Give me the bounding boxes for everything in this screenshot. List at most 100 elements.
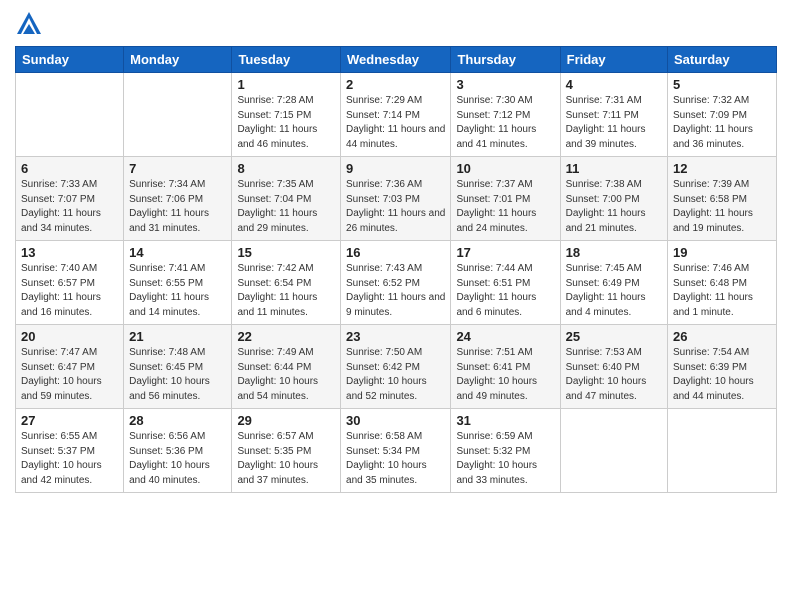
day-info: Sunrise: 6:58 AM Sunset: 5:34 PM Dayligh… [346,430,445,488]
day-number: 29 [237,413,335,428]
day-info: Sunrise: 7:51 AM Sunset: 6:41 PM Dayligh… [456,346,554,404]
calendar-cell: 25 Sunrise: 7:53 AM Sunset: 6:40 PM Dayli… [560,325,667,409]
day-info: Sunrise: 7:47 AM Sunset: 6:47 PM Dayligh… [21,346,118,404]
day-info: Sunrise: 7:38 AM Sunset: 7:00 PM Dayligh… [566,178,662,236]
calendar-cell: 28Sunrise: 6:56 AM Sunset: 5:36 PM Dayli… [124,409,232,493]
day-info: Sunrise: 7:45 AM Sunset: 6:49 PM Dayligh… [566,262,662,320]
calendar-cell: 12 Sunrise: 7:39 AM Sunset: 6:58 PM Dayli… [668,157,777,241]
day-number: 13 [21,245,118,260]
day-info: Sunrise: 7:29 AM Sunset: 7:14 PM Dayligh… [346,94,445,152]
day-info: Sunrise: 7:28 AM Sunset: 7:15 PM Dayligh… [237,94,335,152]
day-number: 31 [456,413,554,428]
day-number: 4 [566,77,662,92]
day-info: Sunrise: 6:57 AM Sunset: 5:35 PM Dayligh… [237,430,335,488]
calendar-cell: 18 Sunrise: 7:45 AM Sunset: 6:49 PM Dayli… [560,241,667,325]
calendar-cell: 11 Sunrise: 7:38 AM Sunset: 7:00 PM Dayli… [560,157,667,241]
calendar-cell: 23Sunrise: 7:50 AM Sunset: 6:42 PM Dayli… [341,325,451,409]
header-sunday: Sunday [16,47,124,73]
calendar-week-row: 20 Sunrise: 7:47 AM Sunset: 6:47 PM Dayli… [16,325,777,409]
calendar-week-row: 6 Sunrise: 7:33 AM Sunset: 7:07 PM Daylig… [16,157,777,241]
day-info: Sunrise: 7:39 AM Sunset: 6:58 PM Dayligh… [673,178,771,236]
header-monday: Monday [124,47,232,73]
calendar-cell: 7 Sunrise: 7:34 AM Sunset: 7:06 PM Daylig… [124,157,232,241]
day-info: Sunrise: 7:46 AM Sunset: 6:48 PM Dayligh… [673,262,771,320]
calendar-cell: 1 Sunrise: 7:28 AM Sunset: 7:15 PM Daylig… [232,73,341,157]
calendar-cell [124,73,232,157]
calendar-cell: 31 Sunrise: 6:59 AM Sunset: 5:32 PM Dayli… [451,409,560,493]
day-info: Sunrise: 7:37 AM Sunset: 7:01 PM Dayligh… [456,178,554,236]
day-number: 15 [237,245,335,260]
day-info: Sunrise: 7:31 AM Sunset: 7:11 PM Dayligh… [566,94,662,152]
day-number: 30 [346,413,445,428]
day-number: 20 [21,329,118,344]
day-info: Sunrise: 6:59 AM Sunset: 5:32 PM Dayligh… [456,430,554,488]
calendar-cell: 24 Sunrise: 7:51 AM Sunset: 6:41 PM Dayli… [451,325,560,409]
day-info: Sunrise: 7:53 AM Sunset: 6:40 PM Dayligh… [566,346,662,404]
day-info: Sunrise: 7:33 AM Sunset: 7:07 PM Dayligh… [21,178,118,236]
calendar-cell: 17 Sunrise: 7:44 AM Sunset: 6:51 PM Dayli… [451,241,560,325]
calendar-cell: 26Sunrise: 7:54 AM Sunset: 6:39 PM Dayli… [668,325,777,409]
calendar-cell [560,409,667,493]
header-saturday: Saturday [668,47,777,73]
day-number: 7 [129,161,226,176]
calendar-cell: 29 Sunrise: 6:57 AM Sunset: 5:35 PM Dayli… [232,409,341,493]
day-number: 10 [456,161,554,176]
day-number: 21 [129,329,226,344]
day-number: 2 [346,77,445,92]
calendar-week-row: 27Sunrise: 6:55 AM Sunset: 5:37 PM Dayli… [16,409,777,493]
day-number: 25 [566,329,662,344]
calendar-cell: 13Sunrise: 7:40 AM Sunset: 6:57 PM Dayli… [16,241,124,325]
header [15,10,777,38]
day-info: Sunrise: 7:48 AM Sunset: 6:45 PM Dayligh… [129,346,226,404]
day-number: 18 [566,245,662,260]
day-number: 6 [21,161,118,176]
header-wednesday: Wednesday [341,47,451,73]
calendar-cell: 21 Sunrise: 7:48 AM Sunset: 6:45 PM Dayli… [124,325,232,409]
calendar-cell: 14 Sunrise: 7:41 AM Sunset: 6:55 PM Dayli… [124,241,232,325]
calendar-cell: 9Sunrise: 7:36 AM Sunset: 7:03 PM Daylig… [341,157,451,241]
calendar-cell [16,73,124,157]
calendar-cell: 4 Sunrise: 7:31 AM Sunset: 7:11 PM Daylig… [560,73,667,157]
day-number: 16 [346,245,445,260]
day-number: 8 [237,161,335,176]
calendar-cell: 6 Sunrise: 7:33 AM Sunset: 7:07 PM Daylig… [16,157,124,241]
day-number: 3 [456,77,554,92]
header-thursday: Thursday [451,47,560,73]
day-number: 11 [566,161,662,176]
day-info: Sunrise: 7:44 AM Sunset: 6:51 PM Dayligh… [456,262,554,320]
calendar-cell: 19 Sunrise: 7:46 AM Sunset: 6:48 PM Dayli… [668,241,777,325]
day-number: 5 [673,77,771,92]
day-number: 23 [346,329,445,344]
calendar-cell [668,409,777,493]
day-number: 17 [456,245,554,260]
day-number: 24 [456,329,554,344]
calendar-cell: 27Sunrise: 6:55 AM Sunset: 5:37 PM Dayli… [16,409,124,493]
calendar-cell: 3 Sunrise: 7:30 AM Sunset: 7:12 PM Daylig… [451,73,560,157]
calendar-cell: 16 Sunrise: 7:43 AM Sunset: 6:52 PM Dayli… [341,241,451,325]
day-info: Sunrise: 7:35 AM Sunset: 7:04 PM Dayligh… [237,178,335,236]
day-info: Sunrise: 7:43 AM Sunset: 6:52 PM Dayligh… [346,262,445,320]
day-number: 22 [237,329,335,344]
day-number: 9 [346,161,445,176]
day-number: 14 [129,245,226,260]
calendar-cell: 22 Sunrise: 7:49 AM Sunset: 6:44 PM Dayli… [232,325,341,409]
calendar-cell: 8 Sunrise: 7:35 AM Sunset: 7:04 PM Daylig… [232,157,341,241]
day-number: 19 [673,245,771,260]
day-info: Sunrise: 7:30 AM Sunset: 7:12 PM Dayligh… [456,94,554,152]
day-number: 28 [129,413,226,428]
day-info: Sunrise: 7:42 AM Sunset: 6:54 PM Dayligh… [237,262,335,320]
day-info: Sunrise: 7:41 AM Sunset: 6:55 PM Dayligh… [129,262,226,320]
day-info: Sunrise: 7:49 AM Sunset: 6:44 PM Dayligh… [237,346,335,404]
calendar-cell: 5 Sunrise: 7:32 AM Sunset: 7:09 PM Daylig… [668,73,777,157]
calendar-cell: 10 Sunrise: 7:37 AM Sunset: 7:01 PM Dayli… [451,157,560,241]
calendar-week-row: 1 Sunrise: 7:28 AM Sunset: 7:15 PM Daylig… [16,73,777,157]
page: Sunday Monday Tuesday Wednesday Thursday… [0,0,792,612]
calendar-cell: 20 Sunrise: 7:47 AM Sunset: 6:47 PM Dayli… [16,325,124,409]
day-number: 27 [21,413,118,428]
day-number: 1 [237,77,335,92]
calendar-header-row: Sunday Monday Tuesday Wednesday Thursday… [16,47,777,73]
day-info: Sunrise: 7:34 AM Sunset: 7:06 PM Dayligh… [129,178,226,236]
logo [15,10,47,38]
day-info: Sunrise: 7:32 AM Sunset: 7:09 PM Dayligh… [673,94,771,152]
day-number: 12 [673,161,771,176]
